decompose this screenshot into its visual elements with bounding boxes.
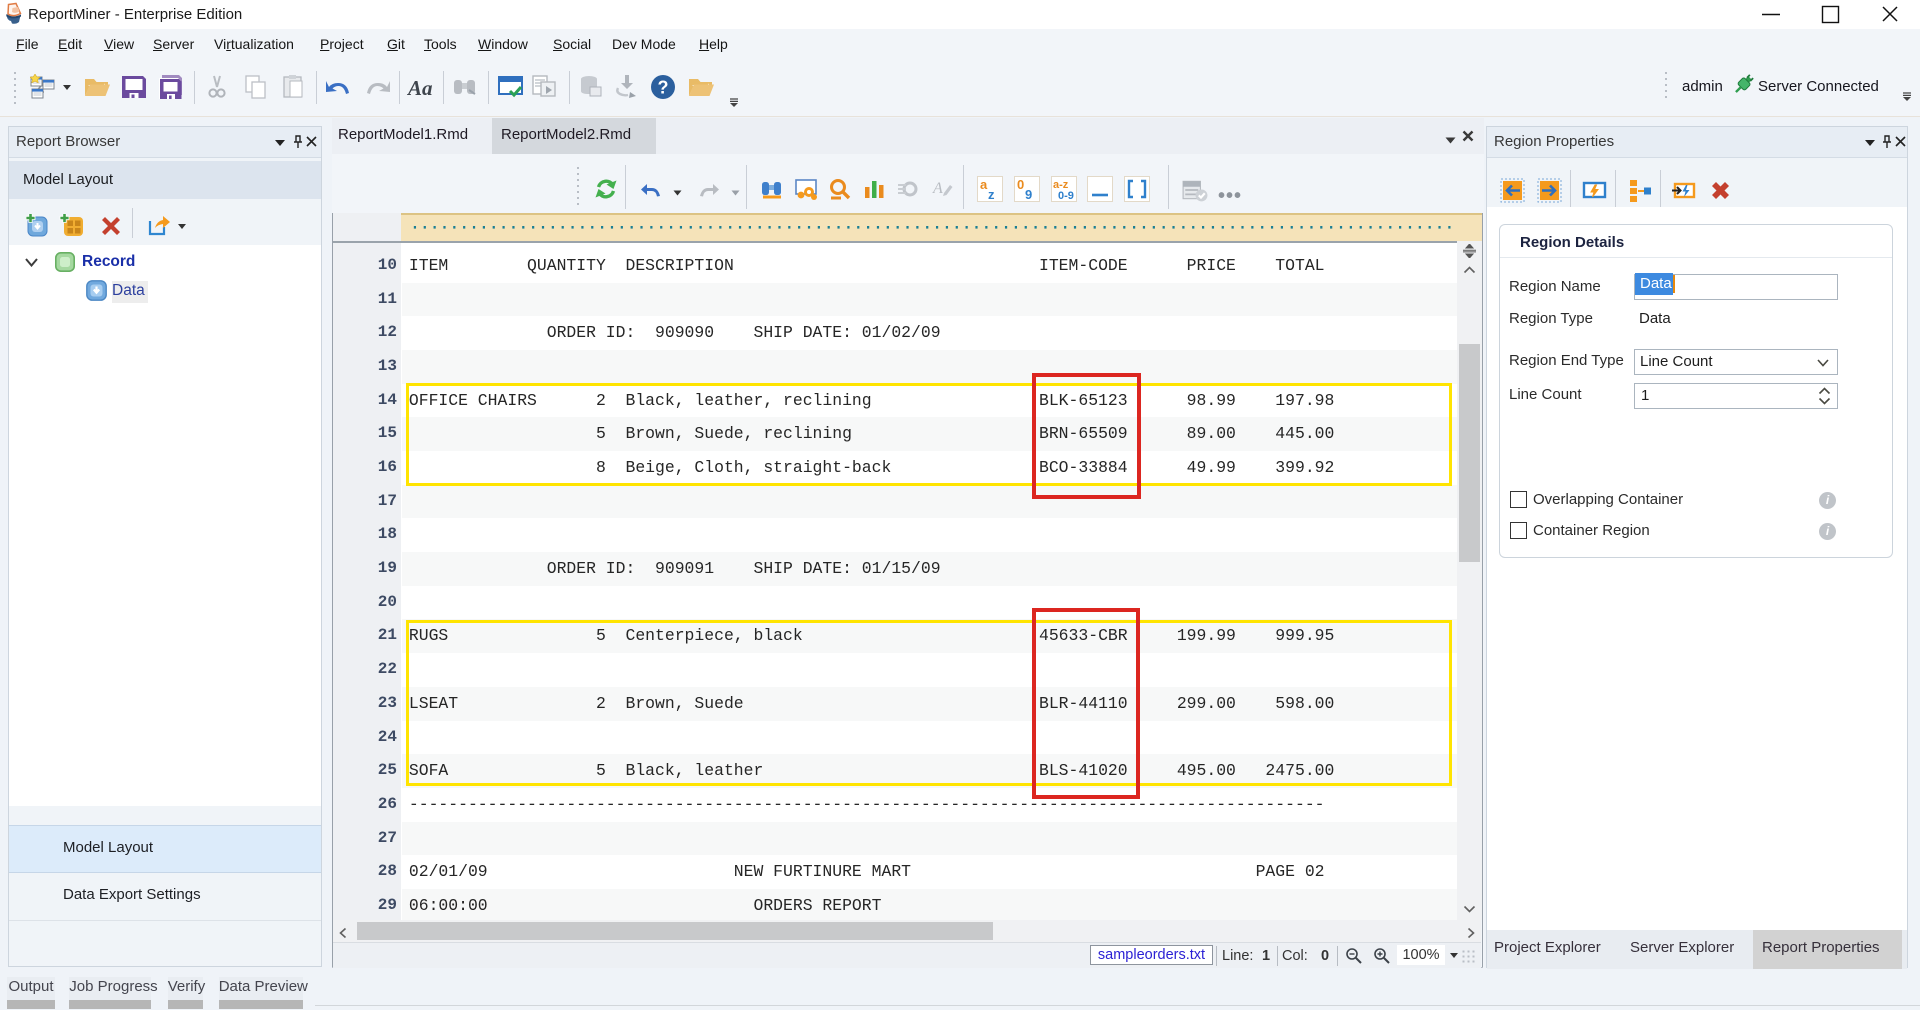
svg-text:a: a	[980, 177, 988, 192]
svg-text:?: ?	[658, 78, 669, 98]
svg-text:z: z	[988, 187, 995, 202]
svg-text:0: 0	[1017, 177, 1024, 192]
svg-text:9: 9	[1025, 187, 1032, 202]
svg-text:0-9: 0-9	[1058, 190, 1074, 202]
svg-text:A: A	[932, 180, 943, 197]
